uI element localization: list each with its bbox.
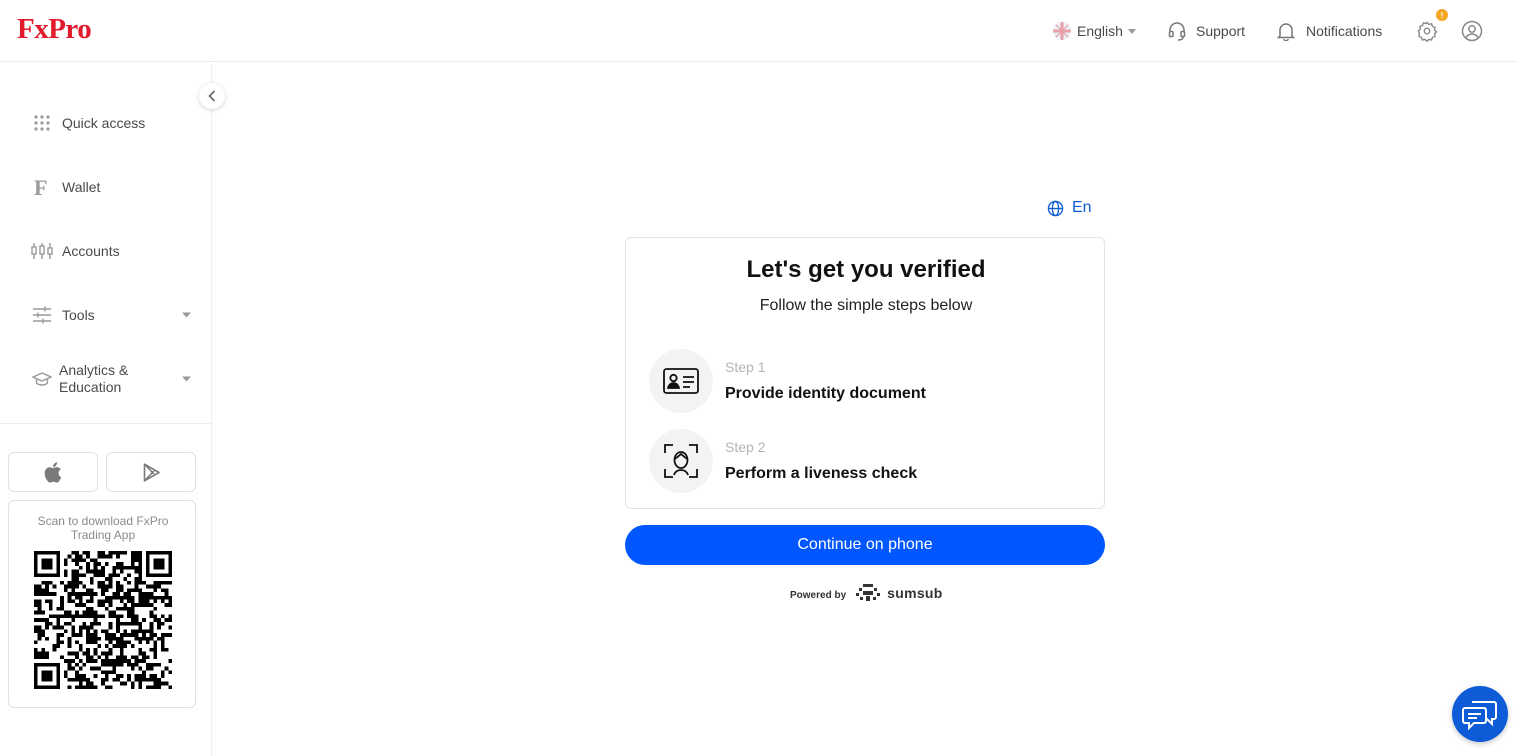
fxpro-logo[interactable]: FxPro [17,13,92,46]
sidebar-item-label: Wallet [62,179,101,195]
continue-on-phone-button[interactable]: Continue on phone [625,525,1105,565]
powered-by-sumsub: Powered by sumsub [790,583,943,603]
gear-icon [1417,21,1438,42]
chat-support-button[interactable] [1452,686,1508,742]
face-scan-icon [649,429,713,493]
chevron-left-icon [208,90,216,102]
profile-button[interactable] [1461,0,1483,62]
sidebar-item-tools[interactable]: Tools [0,295,212,335]
user-circle-icon [1461,20,1483,42]
qr-download-panel: Scan to download FxPro Trading App [8,500,196,708]
verification-title: Let's get you verified [746,256,986,283]
sumsub-logo-icon [856,584,881,601]
uk-flag-icon [1053,22,1071,40]
sidebar-item-label: Quick access [62,115,146,131]
apple-icon [44,461,62,483]
chat-bubbles-icon [1462,701,1497,730]
sidebar: Quick access F Wallet Accounts Tools Ana… [0,63,212,756]
top-header: FxPro English Support Notifications ! [0,0,1518,62]
settings-badge: ! [1436,9,1448,21]
svg-text:F: F [34,176,47,198]
sidebar-item-label: Tools [62,307,95,323]
sidebar-item-label: Analytics & Education [59,362,129,395]
sidebar-item-analytics-education[interactable]: Analytics & Education [0,359,212,399]
step-1-label: Step 1 [725,359,766,375]
sidebar-item-accounts[interactable]: Accounts [0,231,212,271]
google-play-icon [143,462,160,482]
language-selector[interactable]: English [1053,0,1136,62]
widget-language-label: En [1072,199,1092,216]
step-2-label: Step 2 [725,439,766,455]
app-store-button[interactable] [8,452,98,492]
notifications-link[interactable]: Notifications [1276,0,1382,62]
id-card-icon [649,349,713,413]
support-link[interactable]: Support [1168,0,1245,62]
sidebar-item-label: Accounts [62,243,120,259]
qr-caption: Scan to download FxPro Trading App [37,514,169,542]
bell-icon [1276,23,1296,41]
chevron-down-icon [182,376,191,382]
sidebar-item-quick-access[interactable]: Quick access [0,103,212,143]
step-2-text: Perform a liveness check [725,465,918,482]
qr-code [34,551,172,689]
chevron-down-icon [1127,28,1136,34]
candlestick-icon [31,240,53,262]
globe-icon [1047,200,1064,216]
headset-icon [1168,22,1186,41]
language-label: English [1077,23,1123,39]
verification-subtitle: Follow the simple steps below [759,297,973,314]
sidebar-divider [0,423,212,424]
google-play-button[interactable] [106,452,196,492]
sidebar-item-wallet[interactable]: F Wallet [0,167,212,207]
notifications-label: Notifications [1306,23,1383,39]
powered-by-label: Powered by [790,589,847,601]
chevron-down-icon [182,312,191,318]
wallet-f-icon: F [31,176,53,198]
graduation-cap-icon [31,368,53,390]
verification-card: Let's get you verified Follow the simple… [625,237,1105,509]
sumsub-brand-label: sumsub [887,585,943,601]
collapse-sidebar-button[interactable] [199,83,225,109]
widget-language-selector[interactable]: En [1047,199,1092,217]
sliders-icon [31,304,53,326]
grid-icon [31,112,53,134]
step-1-text: Provide identity document [725,385,926,402]
support-label: Support [1196,23,1246,39]
settings-button[interactable]: ! [1416,0,1448,62]
